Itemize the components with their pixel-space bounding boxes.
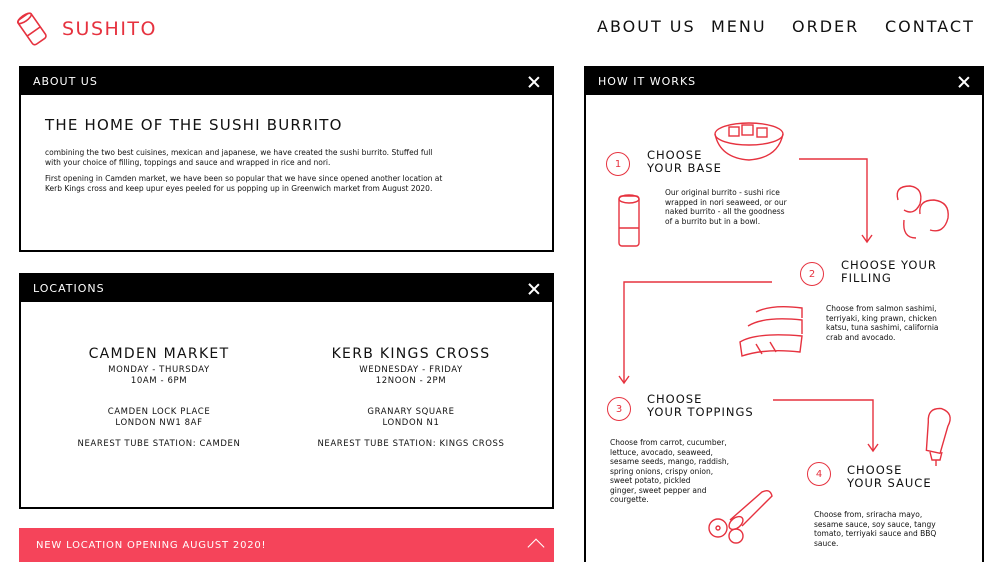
step-desc-line: naked burrito - all the goodness	[665, 207, 785, 216]
step-number-4: 4	[807, 462, 831, 486]
step-desc-line: lettuce, avocado, seaweed,	[610, 447, 713, 457]
step-desc-line: spring onions, crispy onion,	[610, 466, 714, 476]
location-hours: 10AM - 6PM	[130, 376, 188, 386]
step-number-3: 3	[607, 397, 631, 421]
about-text-line: Kerb Kings cross and keep upur eyes peel…	[45, 184, 433, 193]
about-panel: ABOUT US THE HOME OF THE SUSHI BURRITO c…	[19, 66, 554, 252]
about-panel-bar: ABOUT US	[21, 68, 552, 95]
step-desc-line: Choose from salmon sashimi,	[826, 304, 937, 313]
step-desc-line: sesame sauce, soy sauce, tangy	[814, 519, 936, 529]
location-address-line: GRANARY SQUARE	[367, 407, 455, 417]
prawn-icon	[896, 185, 949, 239]
salmon-icon	[739, 305, 803, 357]
step-title-1: CHOOSE YOUR BASE	[647, 149, 722, 175]
location-address-line: LONDON N1	[382, 418, 440, 428]
about-text-line: combining the two best cuisines, mexican…	[45, 148, 433, 157]
close-icon[interactable]	[528, 283, 540, 295]
nav-contact[interactable]: CONTACT	[885, 17, 975, 36]
about-heading: THE HOME OF THE SUSHI BURRITO	[45, 116, 343, 134]
new-location-banner[interactable]: NEW LOCATION OPENING AUGUST 2020!	[19, 528, 554, 562]
step-desc-line: wrapped in nori seaweed, or our	[665, 197, 787, 207]
nav-order[interactable]: ORDER	[792, 17, 859, 36]
nav-menu[interactable]: MENU	[711, 17, 767, 36]
about-text-line: First opening in Camden market, we have …	[45, 174, 443, 183]
sushi-burrito-logo-icon[interactable]	[14, 10, 50, 48]
banner-text: NEW LOCATION OPENING AUGUST 2020!	[36, 539, 267, 551]
step-desc-line: terriyaki, king prawn, chicken	[826, 313, 937, 323]
step-desc-1: Our original burrito - sushi rice wrappe…	[665, 188, 787, 226]
about-panel-title: ABOUT US	[33, 75, 98, 88]
step-title-3: CHOOSE YOUR TOPPINGS	[647, 393, 754, 419]
about-paragraph-1: combining the two best cuisines, mexican…	[45, 148, 515, 168]
chevron-up-icon[interactable]	[527, 538, 545, 556]
step-desc-line: sesame seeds, mango, raddish,	[610, 457, 730, 466]
step-desc-line: of a burrito but in a bowl.	[665, 216, 761, 226]
step-title-line: FILLING	[841, 271, 892, 285]
close-icon[interactable]	[528, 76, 540, 88]
how-it-works-panel: HOW IT WORKS 1 CHOOSE YOUR BASE Our orig…	[584, 66, 984, 562]
step-desc-line: katsu, tuna sashimi, california	[826, 323, 939, 332]
location-hours: 12NOON - 2PM	[375, 376, 447, 386]
step-title-line: YOUR TOPPINGS	[647, 405, 754, 419]
locations-panel: LOCATIONS CAMDEN MARKET MONDAY - THURSDA…	[19, 273, 554, 509]
brand-name[interactable]: SUSHITO	[62, 18, 157, 40]
step-number-2: 2	[800, 262, 824, 286]
step-title-4: CHOOSE YOUR SAUCE	[847, 464, 932, 490]
cucumber-icon	[708, 489, 773, 544]
about-text-line: with your choice of filling, toppings an…	[45, 158, 331, 167]
step-number-1: 1	[606, 152, 630, 176]
location-tube: NEAREST TUBE STATION: CAMDEN	[77, 439, 241, 449]
location-tube: NEAREST TUBE STATION: KINGS CROSS	[317, 439, 505, 449]
step-desc-line: Choose from carrot, cucumber,	[610, 438, 727, 447]
about-paragraph-2: First opening in Camden market, we have …	[45, 174, 515, 194]
step-desc-line: crab and avocado.	[826, 332, 896, 342]
location-address-line: CAMDEN LOCK PLACE	[107, 407, 211, 417]
location-name: KERB KINGS CROSS	[331, 346, 491, 362]
location-name: CAMDEN MARKET	[88, 346, 230, 362]
step-desc-line: sweet potato, pickled	[610, 476, 691, 485]
location-address-line: LONDON NW1 8AF	[115, 418, 203, 428]
nav-about-us[interactable]: ABOUT US	[597, 17, 696, 36]
step-desc-line: Our original burrito - sushi rice	[665, 188, 780, 197]
sauce-bottle-icon	[925, 407, 951, 466]
step-desc-line: Choose from, sriracha mayo,	[814, 510, 923, 519]
location-kings-cross: KERB KINGS CROSS WEDNESDAY - FRIDAY 12NO…	[296, 346, 526, 450]
burrito-icon	[618, 194, 640, 247]
step-title-line: YOUR SAUCE	[847, 476, 932, 490]
location-days: MONDAY - THURSDAY	[108, 365, 210, 375]
locations-panel-bar: LOCATIONS	[21, 275, 552, 302]
step-title-line: YOUR BASE	[647, 161, 722, 175]
bowl-icon	[714, 122, 784, 161]
step-desc-line: sauce.	[814, 538, 839, 548]
step-desc-2: Choose from salmon sashimi, terriyaki, k…	[826, 304, 939, 342]
step-title-2: CHOOSE YOUR FILLING	[841, 259, 937, 285]
locations-panel-title: LOCATIONS	[33, 282, 105, 295]
step-desc-4: Choose from, sriracha mayo, sesame sauce…	[814, 510, 936, 548]
location-camden: CAMDEN MARKET MONDAY - THURSDAY 10AM - 6…	[44, 346, 274, 450]
step-desc-line: tomato, terriyaki sauce and BBQ	[814, 529, 937, 538]
location-days: WEDNESDAY - FRIDAY	[359, 365, 463, 375]
